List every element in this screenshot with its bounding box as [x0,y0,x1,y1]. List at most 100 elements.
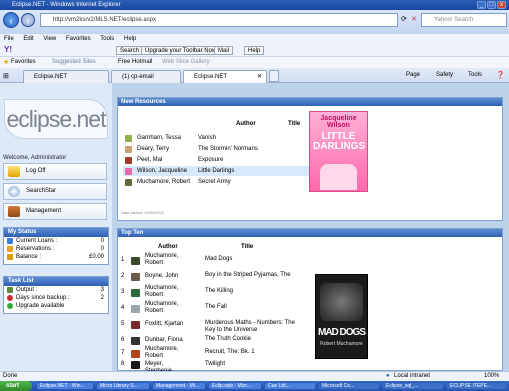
start-button[interactable]: start [0,381,32,391]
menu-help[interactable]: Help [124,36,136,42]
backup-warning-icon [7,295,13,301]
taskbar-item[interactable]: Microsoft Co... [318,382,380,390]
refresh-icon[interactable]: ⟳ [401,15,407,23]
tab-cp-email[interactable]: (1) cp-email [111,70,181,83]
cover-title: LITTLE DARLINGS [313,131,366,152]
task-list-title: Task List [4,277,108,286]
my-status-box: My Status Current Loans : 0 Reservations… [3,227,109,265]
tab-label: (1) cp-email [122,74,154,80]
management-button[interactable]: Management [3,203,107,220]
column-title: Title [241,244,254,250]
rank: 5 [121,321,125,327]
new-resources-panel: New Resources Author Title Garnham, Tess… [117,97,503,221]
close-tab-icon[interactable]: ✕ [257,71,262,83]
menu-tools[interactable]: Tools [100,36,114,42]
tab-eclipse-1[interactable]: Eclipse.NET [23,70,109,83]
menu-edit[interactable]: Edit [23,36,33,42]
suggested-sites-link[interactable]: Suggested Sites [52,57,96,68]
resource-title: Vanish [198,135,216,141]
resource-title: Exposure [198,157,224,163]
log-off-button[interactable]: Log Off [3,163,107,180]
toolbar-upgrade-button[interactable]: Upgrade your Toolbar Now [141,46,221,55]
book-icon [125,157,132,164]
forward-arrow-icon[interactable]: › [21,13,35,27]
book-icon [131,289,140,297]
top-author: Boyne, John [145,273,179,279]
book-cover-image[interactable]: MAD DOGS Robert Muchamore [315,274,368,359]
resource-author: Peet, Mal [137,157,163,163]
maximize-button[interactable]: □ [487,1,496,9]
table-row[interactable]: 2 Boyne, John Boy in the Striped Pyjamas… [121,269,301,285]
taskbar: start Eclipse.NET - Win... Micro Library… [0,381,509,391]
new-tab-button[interactable] [269,70,279,82]
top-ten-panel: Top Ten Author Title 1 Muchamore, Robert… [117,228,503,374]
taskbar-item[interactable]: Eclip.sqlx - Micr... [208,382,262,390]
status-row: Reservations : 0 [4,245,108,253]
task-value: 3 [100,287,104,293]
cover-author: Jacqueline Wilson [320,115,357,129]
loans-icon [7,238,13,244]
table-row[interactable]: 5 Foxlitt, Kjartan Murderous Maths - Num… [121,317,301,333]
table-row[interactable]: 1 Muchamore, Robert Mad Dogs [121,253,301,269]
taskbar-item[interactable]: ECLIPSE ITEPE... [446,382,508,390]
command-page[interactable]: Page [406,72,420,78]
window-title: Eclipse.NET - Windows Internet Explorer [12,2,121,8]
menu-file[interactable]: File [4,36,14,42]
search-input[interactable]: Yahoo! Search [421,13,507,27]
help-icon[interactable]: ❓ [496,71,505,79]
top-title: Mad Dogs [205,256,233,262]
book-icon [131,361,140,369]
web-slice-link[interactable]: Web Slice Gallery [162,57,210,68]
close-button[interactable]: x [497,1,506,9]
top-author: Dunbar, Fiona [145,337,183,343]
searchstar-label: SearchStar [26,188,57,194]
status-label: Balance : [16,254,42,260]
rank: 3 [121,289,125,295]
resource-title: Little Darlings [198,168,235,174]
taskbar-item[interactable]: Cue Ltd... [264,382,316,390]
table-row[interactable]: 8 Meyer, Stephenie Twilight [121,359,301,374]
address-bar[interactable]: http://vm2ksrv2/MLS.NET/eclipse.aspx [40,13,398,27]
table-row[interactable]: 3 Muchamore, Robert The Killing [121,285,301,301]
stop-icon[interactable]: ✕ [411,15,417,23]
taskbar-item[interactable]: Management - Mi... [152,382,206,390]
taskbar-item[interactable]: Micro Library S... [96,382,150,390]
minimize-button[interactable]: _ [477,1,486,9]
command-tools[interactable]: Tools [468,72,482,78]
book-icon [125,168,132,175]
toolbar-search-button[interactable]: Search [116,46,144,55]
taskbar-item[interactable]: Eclipse_sql_... [382,382,444,390]
free-hotmail-link[interactable]: Free Hotmail [118,57,152,68]
book-icon [131,337,140,345]
back-arrow-icon[interactable]: ‹ [3,12,19,28]
menu-bar: File Edit View Favorites Tools Help [0,34,509,44]
status-value: 0 [100,238,104,244]
rank: 6 [121,337,125,343]
table-row[interactable]: 4 Muchamore, Robert The Fall [121,301,301,317]
menu-view[interactable]: View [43,36,56,42]
menu-favorites[interactable]: Favorites [66,36,91,42]
task-row[interactable]: Upgrade available [4,302,108,310]
eclipse-logo: eclipse.net [4,99,108,139]
taskbar-item[interactable]: Eclipse.NET - Win... [36,382,94,390]
command-safety[interactable]: Safety [436,72,453,78]
zoom-level[interactable]: 100% [484,372,499,381]
status-label: Reservations : [16,246,55,252]
output-icon [7,287,13,293]
book-icon [125,179,132,186]
favorites-label[interactable]: Favorites [11,57,36,68]
searchstar-button[interactable]: SearchStar [3,183,107,200]
toolbar-help-button[interactable]: Help [244,46,265,55]
resource-author: Muchamore, Robert [137,179,191,185]
toolbar-mail-button[interactable]: Mail [214,46,234,55]
tab-eclipse-active[interactable]: Eclipse.NET ✕ [183,70,267,83]
quick-tabs-icon[interactable]: ⊞ [3,72,9,80]
yahoo-logo-icon[interactable]: Y! [4,45,12,54]
top-author: Muchamore, Robert [145,253,179,266]
status-text: Done [3,373,18,379]
key-icon [8,166,20,177]
rank: 7 [121,350,125,356]
task-label: Days since backup : [16,295,70,301]
tab-label: Eclipse.NET [34,74,68,80]
book-cover-image[interactable]: Jacqueline Wilson LITTLE DARLINGS [309,111,368,192]
